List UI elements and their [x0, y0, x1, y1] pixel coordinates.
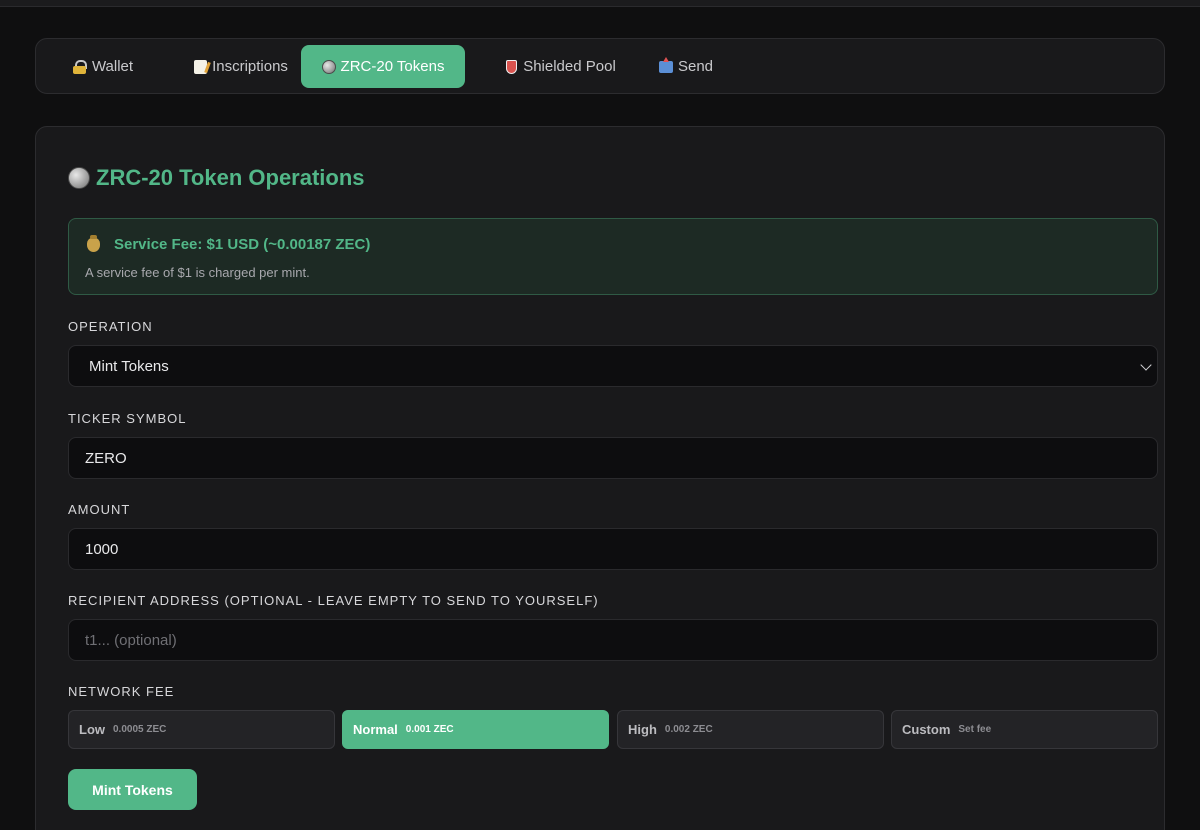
memo-icon	[194, 59, 208, 74]
recipient-address-placeholder: t1... (optional)	[85, 631, 177, 649]
tab-send[interactable]: Send	[646, 45, 726, 88]
tab-bar: Wallet Inscriptions ZRC-20 Tokens Shield…	[35, 38, 1165, 94]
tab-label: Inscriptions	[212, 58, 288, 75]
fee-option-amount: 0.0005 ZEC	[113, 724, 167, 735]
outbox-icon	[658, 56, 673, 73]
network-fee-label: NETWORK FEE	[68, 684, 175, 699]
tab-wallet[interactable]: Wallet	[54, 45, 152, 88]
fee-option-custom[interactable]: Custom Set fee	[891, 710, 1158, 749]
amount-value: 1000	[85, 540, 119, 558]
tab-label: Shielded Pool	[523, 58, 616, 75]
page-title-text: ZRC-20 Token Operations	[96, 165, 365, 190]
tab-zrc20-tokens[interactable]: ZRC-20 Tokens	[301, 45, 465, 88]
fee-option-high[interactable]: High 0.002 ZEC	[617, 710, 884, 749]
ticker-symbol-label: TICKER SYMBOL	[68, 411, 187, 426]
shield-icon	[506, 59, 518, 74]
operation-select[interactable]: Mint Tokens	[68, 345, 1158, 387]
service-fee-heading-text: Service Fee: $1 USD (~0.00187 ZEC)	[114, 236, 371, 253]
ticker-symbol-value: ZERO	[85, 449, 127, 467]
fee-option-amount: Set fee	[958, 724, 992, 735]
tab-shielded-pool[interactable]: Shielded Pool	[481, 45, 641, 88]
fee-option-amount: 0.001 ZEC	[405, 724, 454, 735]
fee-option-name: Normal	[353, 722, 398, 737]
operation-select-value: Mint Tokens	[89, 357, 169, 375]
money-bag-icon	[87, 234, 100, 252]
page-title: ZRC-20 Token Operations	[68, 165, 365, 191]
fee-option-name: Low	[79, 722, 105, 737]
service-fee-heading: Service Fee: $1 USD (~0.00187 ZEC)	[87, 234, 371, 253]
fee-option-low[interactable]: Low 0.0005 ZEC	[68, 710, 335, 749]
amount-input[interactable]: 1000	[68, 528, 1158, 570]
mint-tokens-button[interactable]: Mint Tokens	[68, 769, 197, 810]
tab-inscriptions[interactable]: Inscriptions	[166, 45, 316, 88]
ticker-symbol-input[interactable]: ZERO	[68, 437, 1158, 479]
tab-label: Send	[677, 58, 714, 75]
lock-icon	[72, 59, 87, 74]
fee-option-name: Custom	[902, 722, 951, 737]
tab-label: Wallet	[91, 58, 134, 75]
operation-label: OPERATION	[68, 319, 153, 334]
service-fee-notice: Service Fee: $1 USD (~0.00187 ZEC) A ser…	[68, 218, 1158, 295]
amount-label: AMOUNT	[68, 502, 131, 517]
fee-option-normal[interactable]: Normal 0.001 ZEC	[342, 710, 609, 749]
coin-icon	[68, 167, 90, 189]
fee-option-name: High	[628, 722, 657, 737]
fee-option-amount: 0.002 ZEC	[664, 724, 713, 735]
coin-icon	[321, 59, 336, 74]
recipient-address-input[interactable]: t1... (optional)	[68, 619, 1158, 661]
token-operations-panel: ZRC-20 Token Operations Service Fee: $1 …	[35, 126, 1165, 830]
top-strip	[0, 0, 1200, 7]
recipient-address-label: RECIPIENT ADDRESS (OPTIONAL - LEAVE EMPT…	[68, 593, 599, 608]
service-fee-description: A service fee of $1 is charged per mint.	[85, 265, 310, 280]
chevron-down-icon	[1140, 359, 1152, 371]
tab-label: ZRC-20 Tokens	[340, 58, 445, 75]
